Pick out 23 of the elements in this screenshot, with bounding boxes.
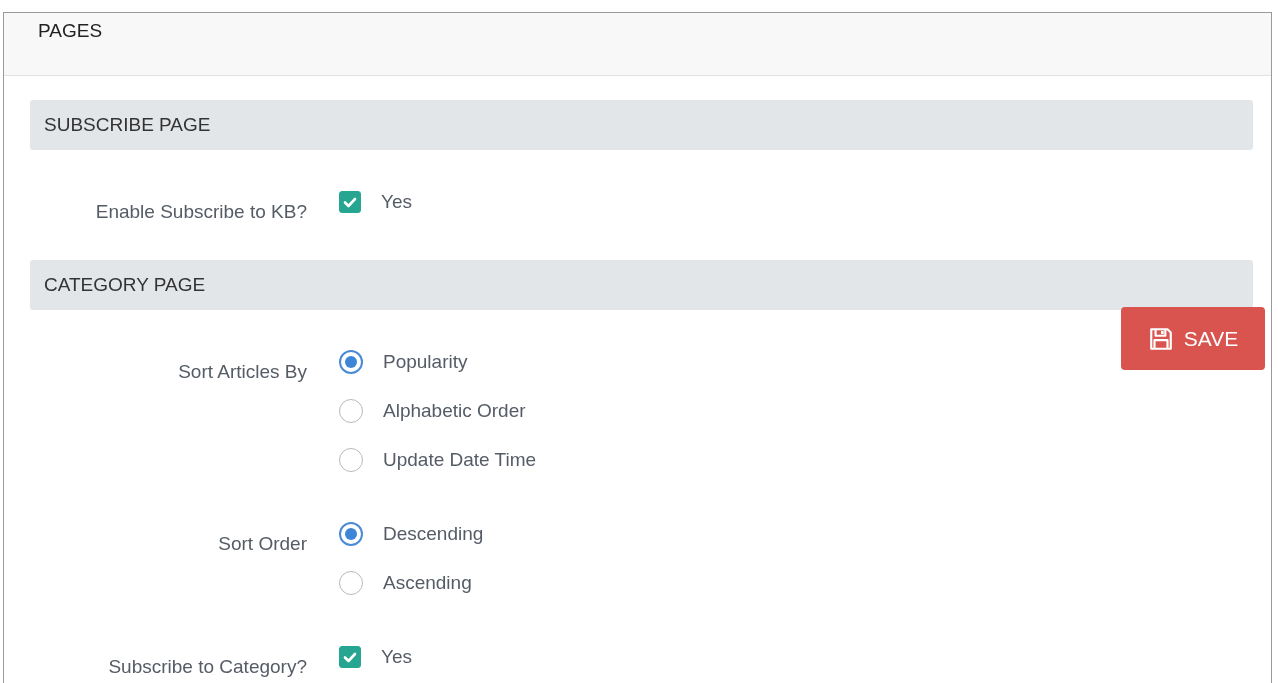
field-label: Sort Articles By bbox=[177, 360, 307, 384]
checkbox[interactable] bbox=[339, 191, 361, 213]
floppy-disk-icon bbox=[1147, 325, 1174, 352]
radio-option[interactable]: Alphabetic Order bbox=[339, 400, 526, 422]
radio-button[interactable] bbox=[339, 399, 363, 423]
radio-option[interactable]: Ascending bbox=[339, 572, 472, 594]
radio-option[interactable]: Popularity bbox=[339, 351, 468, 373]
radio-button[interactable] bbox=[339, 522, 363, 546]
checkbox-option[interactable]: Yes bbox=[339, 191, 412, 213]
checkbox-option[interactable]: Yes bbox=[339, 646, 412, 668]
save-button[interactable]: SAVE bbox=[1121, 307, 1265, 370]
field-label: Subscribe to Category? bbox=[107, 655, 307, 677]
panel-title: PAGES bbox=[38, 20, 103, 41]
field-label: Sort Order bbox=[217, 532, 307, 556]
radio-button[interactable] bbox=[339, 571, 363, 595]
checkbox[interactable] bbox=[339, 646, 361, 668]
field-label: Enable Subscribe to KB? bbox=[94, 200, 307, 222]
section-header: SUBSCRIBE PAGE bbox=[30, 100, 1253, 150]
radio-option[interactable]: Update Date Time bbox=[339, 449, 537, 471]
radio-button[interactable] bbox=[339, 350, 363, 374]
radio-button[interactable] bbox=[339, 448, 363, 472]
radio-option[interactable]: Descending bbox=[339, 523, 484, 545]
section-header: CATEGORY PAGE bbox=[30, 260, 1253, 310]
